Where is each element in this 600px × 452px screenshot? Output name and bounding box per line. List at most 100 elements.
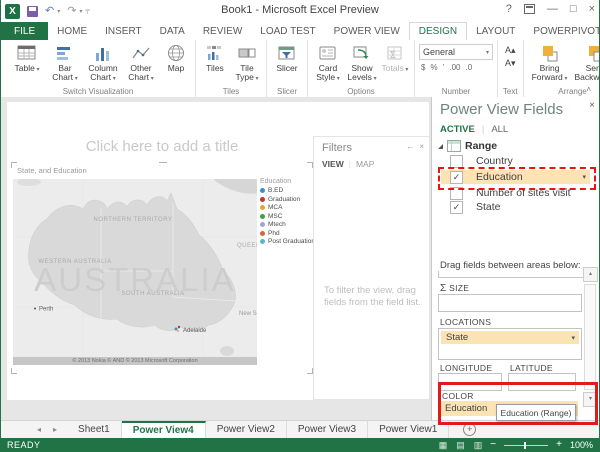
tab-data[interactable]: DATA <box>151 22 194 40</box>
map-visualization[interactable]: State, and Education <box>13 164 311 372</box>
zoom-percentage[interactable]: 100% <box>570 440 593 450</box>
excel-window: X ↶ ▾ ↷ ▾ ╤ Book1 - Microsoft Excel Prev… <box>0 0 600 452</box>
number-format-select[interactable]: General ▾ <box>419 44 493 60</box>
decrease-decimal-icon[interactable]: .0 <box>465 63 472 72</box>
tab-load-test[interactable]: LOAD TEST <box>251 22 324 40</box>
tab-home[interactable]: HOME <box>48 22 96 40</box>
expand-triangle-icon[interactable] <box>438 144 443 149</box>
annotation-dashed-red-box <box>438 167 596 190</box>
zoom-slider[interactable] <box>504 445 548 446</box>
scroll-up-button[interactable]: ▴ <box>583 267 598 282</box>
map-copyright: © 2013 Nokia © AND © 2013 Microsoft Corp… <box>13 357 257 365</box>
slicer-button[interactable]: Slicer <box>271 42 303 73</box>
svg-text:NORTHERN TERRITORY: NORTHERN TERRITORY <box>94 217 173 223</box>
drag-fields-hint: Drag fields between areas below: <box>440 260 580 271</box>
field-row-state[interactable]: ✓ State <box>432 201 600 215</box>
status-ready: READY <box>7 440 41 450</box>
pane-close-icon[interactable]: × <box>589 100 595 111</box>
send-backward-button[interactable]: Send Backward <box>574 42 600 83</box>
group-label: Slicer <box>267 87 307 96</box>
tab-file[interactable]: FILE <box>1 22 48 40</box>
legend-dot <box>260 205 265 210</box>
increase-decimal-icon[interactable]: .00 <box>449 63 460 72</box>
table-node-range[interactable]: Range <box>438 140 497 152</box>
page-break-view-icon[interactable]: ▥ <box>474 440 483 451</box>
accounting-format-icon[interactable]: $ <box>421 63 425 72</box>
map-button[interactable]: Map <box>161 42 191 73</box>
size-well[interactable] <box>438 294 582 312</box>
column-chart-button[interactable]: Column Chart <box>85 42 121 83</box>
bring-forward-button[interactable]: Bring Forward <box>528 42 572 83</box>
tab-insert[interactable]: INSERT <box>96 22 151 40</box>
zoom-out-button[interactable]: − <box>490 440 496 450</box>
tab-layout[interactable]: LAYOUT <box>467 22 524 40</box>
tab-review[interactable]: REVIEW <box>194 22 251 40</box>
tab-powerpivot[interactable]: POWERPIVOT <box>524 22 600 40</box>
filters-tab-map[interactable]: MAP <box>356 159 374 169</box>
close-button[interactable]: × <box>589 3 595 15</box>
group-switch-visualization: Table Bar Chart Column Chart Other Chart <box>1 40 196 97</box>
locations-field-state[interactable]: State ▾ <box>441 331 579 344</box>
legend-item: MSC <box>260 213 310 220</box>
selection-handle[interactable] <box>11 368 17 374</box>
scrollbar-track[interactable] <box>584 284 596 390</box>
filters-popout-icon[interactable]: ← <box>406 142 414 151</box>
sheet-tab-power-view4[interactable]: Power View4 <box>122 421 206 438</box>
minimize-button[interactable]: — <box>547 3 558 15</box>
map-canvas[interactable]: AUSTRALIA NORTHERN TERRITORY WESTERN AUS… <box>13 179 257 365</box>
filters-close-icon[interactable]: × <box>419 142 424 151</box>
show-levels-button[interactable]: Show Levels <box>346 42 378 83</box>
group-tiles: Tiles Tile Type Tiles <box>196 40 267 97</box>
group-options: Card Style Show Levels Σ Totals Options <box>308 40 415 97</box>
zoom-in-button[interactable]: + <box>556 440 562 450</box>
locations-well[interactable]: State ▾ <box>438 328 582 360</box>
title-placeholder[interactable]: Click here to add a title <box>7 138 317 155</box>
comma-style-icon[interactable]: ’ <box>443 63 445 72</box>
help-button[interactable]: ? <box>506 3 512 15</box>
tooltip-education-range: Education (Range) <box>496 404 576 421</box>
totals-button[interactable]: Σ Totals <box>380 42 410 74</box>
globe-icon <box>166 43 186 63</box>
state-checkbox[interactable]: ✓ <box>450 201 463 214</box>
legend-item: MCA <box>260 204 310 211</box>
maximize-button[interactable]: □ <box>570 3 577 15</box>
percent-style-icon[interactable]: % <box>430 63 437 72</box>
normal-view-icon[interactable]: ▦ <box>439 440 448 451</box>
increase-font-button[interactable]: A▴ <box>505 45 516 56</box>
partial-field-well <box>438 271 584 278</box>
tile-type-button[interactable]: Tile Type <box>232 42 262 83</box>
sheet-nav-right-icon[interactable]: ▸ <box>53 425 57 434</box>
bar-chart-button[interactable]: Bar Chart <box>47 42 83 83</box>
pane-tab-active[interactable]: ACTIVE <box>440 124 475 135</box>
other-chart-button[interactable]: Other Chart <box>123 42 159 83</box>
ribbon-display-options-icon[interactable] <box>524 4 535 14</box>
map-title: State, and Education <box>17 166 87 175</box>
selection-handle[interactable] <box>159 162 167 163</box>
filters-tab-view[interactable]: VIEW <box>322 159 344 169</box>
longitude-well-label: LONGITUDE <box>440 363 492 373</box>
pane-tab-all[interactable]: ALL <box>491 124 508 135</box>
line-chart-icon <box>131 43 151 63</box>
table-button[interactable]: Table <box>9 42 45 74</box>
legend-title: Education <box>260 178 310 185</box>
collapse-ribbon-icon[interactable]: ˄ <box>586 85 591 94</box>
tiles-button[interactable]: Tiles <box>200 42 230 73</box>
field-dropdown-icon[interactable]: ▾ <box>571 334 575 342</box>
legend-item: Phd <box>260 230 310 237</box>
totals-icon: Σ <box>385 43 405 63</box>
show-levels-icon <box>352 43 372 63</box>
svg-text:SOUTH AUSTRALIA: SOUTH AUSTRALIA <box>121 291 184 297</box>
group-label: Switch Visualization <box>1 87 195 96</box>
page-layout-view-icon[interactable]: ▤ <box>456 440 465 451</box>
power-view-fields-pane: × Power View Fields ACTIVE | ALL Range C… <box>431 97 600 420</box>
tab-power-view[interactable]: POWER VIEW <box>325 22 409 40</box>
sheet-tab-power-view2[interactable]: Power View2 <box>206 421 287 438</box>
card-style-button[interactable]: Card Style <box>312 42 344 83</box>
sheet-nav-left-icon[interactable]: ◂ <box>37 425 41 434</box>
bar-chart-icon <box>55 43 75 63</box>
tab-design[interactable]: DESIGN <box>409 22 467 40</box>
decrease-font-button[interactable]: A▾ <box>505 58 516 69</box>
sheet-tab-sheet1[interactable]: Sheet1 <box>67 421 122 438</box>
zoom-slider-thumb[interactable] <box>524 442 526 449</box>
sheet-tab-power-view3[interactable]: Power View3 <box>287 421 368 438</box>
